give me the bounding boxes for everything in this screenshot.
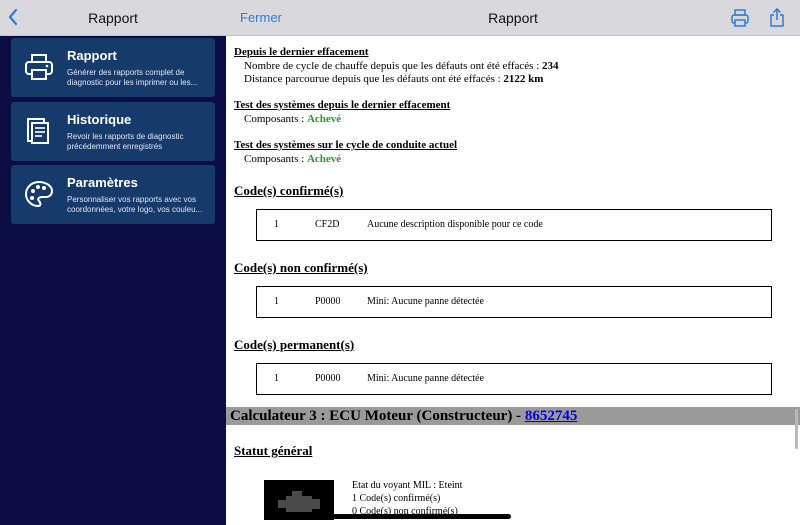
- scroll-indicator[interactable]: [795, 409, 798, 449]
- sidebar-item-historique[interactable]: Historique Revoir les rapports de diagno…: [11, 102, 215, 161]
- calculator-header: Calculateur 3 : ECU Moteur (Constructeur…: [226, 407, 800, 425]
- status-line: 1 Code(s) confirmé(s): [352, 493, 441, 504]
- code-number: 1: [274, 296, 279, 307]
- components-label: Composants :: [244, 153, 307, 165]
- components-line: Composants : Achevé: [244, 153, 341, 165]
- code-description: Mini: Aucune panne détectée: [367, 296, 484, 307]
- palette-icon: [24, 180, 54, 208]
- cycles-line: Nombre de cycle de chauffe depuis que le…: [244, 60, 559, 72]
- sidebar-item-title: Rapport: [67, 48, 117, 63]
- status-line: Etat du voyant MIL : Eteint: [352, 480, 463, 491]
- permanent-codes-heading: Code(s) permanent(s): [234, 337, 355, 352]
- sidebar-header: Rapport: [0, 0, 226, 36]
- calculator-link[interactable]: 8652745: [525, 408, 578, 424]
- confirmed-codes-heading: Code(s) confirmé(s): [234, 183, 344, 198]
- sidebar-item-title: Historique: [67, 112, 132, 127]
- status-achieved: Achevé: [306, 153, 342, 165]
- confirmed-code-row: 1 CF2D Aucune description disponible pou…: [256, 209, 772, 241]
- code-id: CF2D: [315, 219, 340, 230]
- code-id: P0000: [315, 373, 341, 384]
- report-body[interactable]: Depuis le dernier effacement Nombre de c…: [226, 37, 800, 525]
- code-description: Mini: Aucune panne détectée: [367, 373, 484, 384]
- sidebar-item-title: Paramètres: [67, 175, 138, 190]
- components-label: Composants :: [244, 113, 307, 125]
- print-icon[interactable]: [730, 8, 750, 28]
- section-heading-test-since-reset: Test des systèmes depuis le dernier effa…: [234, 99, 451, 111]
- section-heading-test-current-cycle: Test des systèmes sur le cycle de condui…: [234, 139, 458, 151]
- sidebar-title: Rapport: [88, 10, 138, 26]
- sidebar: Rapport Rapport Générer des rapports com…: [0, 0, 226, 525]
- code-id: P0000: [315, 296, 341, 307]
- distance-label: Distance parcourue depuis que les défaut…: [244, 73, 504, 85]
- code-number: 1: [274, 373, 279, 384]
- code-number: 1: [274, 219, 279, 230]
- distance-value: 2122 km: [503, 73, 544, 85]
- components-line: Composants : Achevé: [244, 113, 341, 125]
- printer-icon: [25, 54, 53, 80]
- sidebar-item-description: Revoir les rapports de diagnostic précéd…: [67, 132, 184, 151]
- cycles-label: Nombre de cycle de chauffe depuis que le…: [244, 60, 542, 72]
- unconfirmed-codes-heading: Code(s) non confirmé(s): [234, 260, 368, 275]
- code-description: Aucune description disponible pour ce co…: [367, 219, 543, 230]
- history-icon: [27, 118, 49, 144]
- sidebar-item-description: Personnaliser vos rapports avec vos coor…: [67, 195, 203, 214]
- sidebar-item-rapport[interactable]: Rapport Générer des rapports complet de …: [11, 38, 215, 97]
- sidebar-item-parametres[interactable]: Paramètres Personnaliser vos rapports av…: [11, 165, 215, 224]
- permanent-code-row: 1 P0000 Mini: Aucune panne détectée: [256, 363, 772, 395]
- calculator-title: Calculateur 3 : ECU Moteur (Constructeur…: [230, 408, 525, 424]
- sidebar-item-description: Générer des rapports complet de diagnost…: [67, 68, 198, 87]
- home-indicator[interactable]: [289, 514, 511, 519]
- share-icon[interactable]: [767, 8, 787, 28]
- status-achieved: Achevé: [306, 113, 342, 125]
- unconfirmed-code-row: 1 P0000 Mini: Aucune panne détectée: [256, 286, 772, 318]
- section-heading-since-reset: Depuis le dernier effacement: [234, 46, 369, 58]
- report-header: Fermer Rapport: [226, 0, 800, 36]
- general-status-heading: Statut général: [234, 443, 313, 458]
- cycles-value: 234: [542, 60, 559, 72]
- distance-line: Distance parcourue depuis que les défaut…: [244, 73, 543, 85]
- page-title: Rapport: [488, 10, 538, 26]
